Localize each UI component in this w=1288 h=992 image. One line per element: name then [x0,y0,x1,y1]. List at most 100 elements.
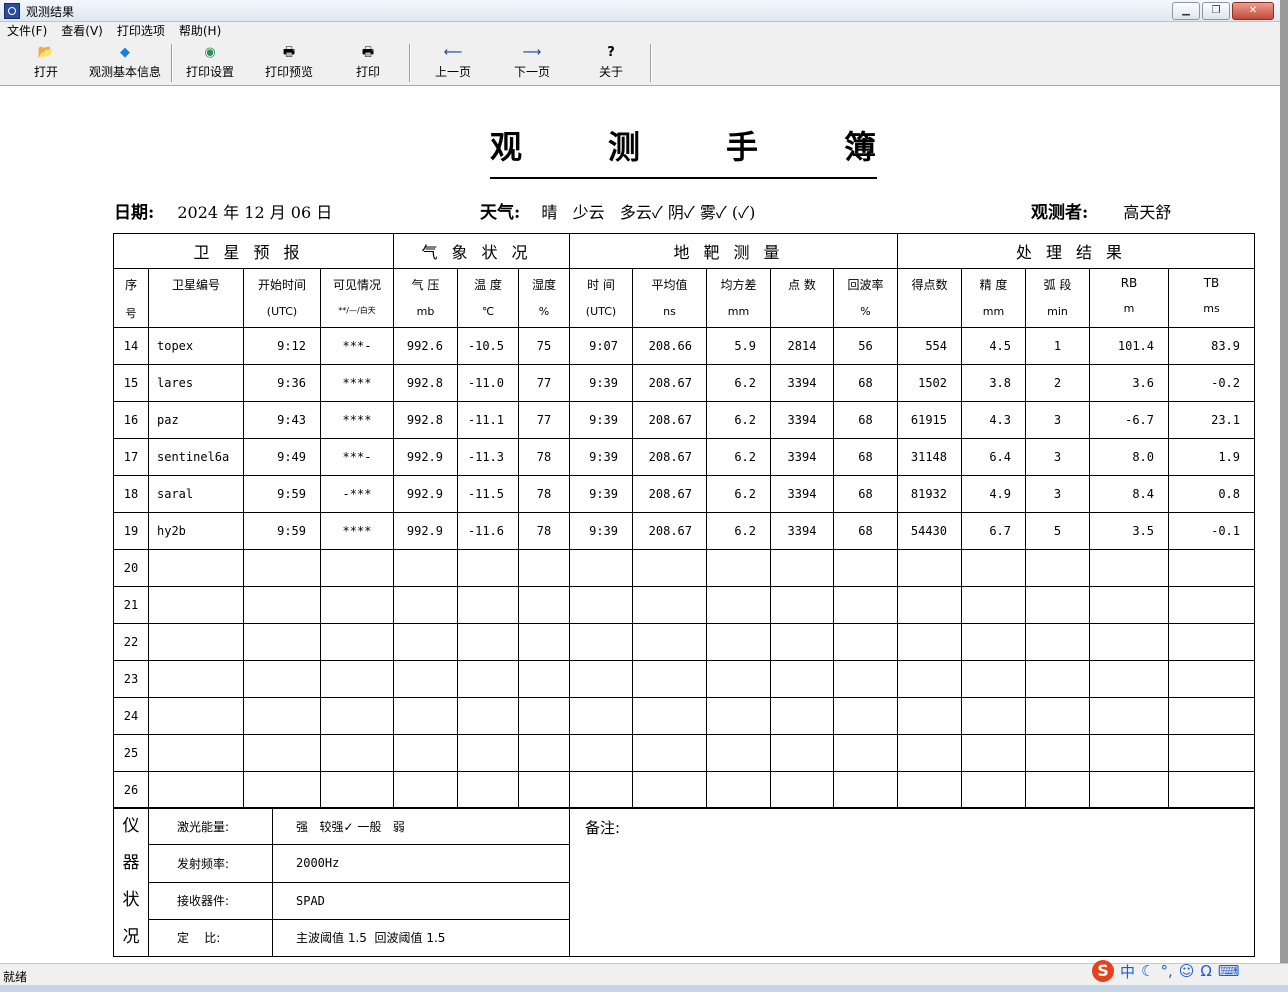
table-cell [1168,586,1255,624]
table-cell [569,734,633,772]
table-cell [833,771,898,809]
table-cell [632,549,707,587]
table-cell [320,549,394,587]
voice-icon[interactable]: Ω [1200,962,1211,980]
table-cell [632,697,707,735]
next-page-button[interactable]: ⟶ 下一页 [509,43,555,83]
emoji-icon[interactable]: ☺ [1179,962,1195,980]
table-cell [320,623,394,661]
table-cell: 6.2 [706,475,771,513]
observation-table: 卫星预报 气象状况 地靶测量 处理结果 序号卫星编号 开始时间 (UTC) 可见情况 *… [113,233,1255,809]
print-preview-icon: 🖶 [282,45,296,60]
observation-info-button[interactable]: ◆ 观测基本信息 [86,43,164,83]
table-cell [393,623,458,661]
menu-file[interactable]: 文件(F) [0,22,54,41]
table-cell [770,660,834,698]
table-cell: 81932 [897,475,962,513]
table-cell [1025,697,1090,735]
table-cell: 9:39 [569,401,633,439]
table-cell: 68 [833,401,898,439]
table-cell [632,771,707,809]
menu-view[interactable]: 查看(V) [54,22,110,41]
menu-help[interactable]: 帮助(H) [172,22,228,41]
table-cell [632,623,707,661]
table-cell [320,697,394,735]
table-cell: 8.0 [1089,438,1169,476]
table-cell: 3394 [770,475,834,513]
table-cell: 5.9 [706,327,771,365]
column-header: 均方差 mm [706,268,771,328]
table-cell: 22 [113,623,149,661]
scrollbar-strip[interactable] [1280,0,1288,992]
table-cell: 208.66 [632,327,707,365]
print-button[interactable]: 🖶 打印 [348,43,388,83]
table-cell: -*** [320,475,394,513]
table-cell: 78 [518,475,570,513]
arrow-left-icon: ⟵ [443,45,463,60]
table-cell [1089,623,1169,661]
table-cell [320,586,394,624]
table-cell [243,697,321,735]
menu-print-options[interactable]: 打印选项 [110,22,172,41]
table-row: 19 hy2b 9:59 **** 992.9 -11.6 78 9:39 208.67 6.2 3… [113,512,1255,550]
document-page: 观 测 手 簿 日期: 2024 年 12 月 06 日 天气: 晴 少云 多云… [0,86,1280,962]
table-cell [1025,586,1090,624]
table-cell [243,549,321,587]
print-preview-button[interactable]: 🖶 打印预览 [261,43,317,83]
table-cell [457,586,519,624]
column-header: 精 度 mm [961,268,1026,328]
table-cell: 56 [833,327,898,365]
previous-page-button[interactable]: ⟵ 上一页 [430,43,476,83]
table-cell [706,586,771,624]
table-cell [1025,734,1090,772]
table-cell [1089,586,1169,624]
table-cell: 20 [113,549,149,587]
table-cell [457,697,519,735]
print-settings-button[interactable]: ◉ 打印设置 [182,43,238,83]
table-cell [632,660,707,698]
table-cell: 31148 [897,438,962,476]
table-cell [320,734,394,772]
table-cell: sentinel6a [148,438,244,476]
table-cell: 23 [113,660,149,698]
table-cell: 992.9 [393,438,458,476]
ime-language[interactable]: 中 [1120,961,1135,982]
table-cell [148,771,244,809]
table-cell [961,660,1026,698]
table-cell [770,697,834,735]
ime-toolbar[interactable]: S 中 ☾ °, ☺ Ω ⌨ [1092,958,1282,984]
table-cell: 3394 [770,364,834,402]
table-cell [518,771,570,809]
table-cell: 3.6 [1089,364,1169,402]
table-cell [897,660,962,698]
close-button[interactable]: ✕ [1232,2,1274,20]
table-cell [457,660,519,698]
about-button[interactable]: ? 关于 [594,43,628,83]
table-cell: 3394 [770,401,834,439]
sogou-logo-icon[interactable]: S [1092,960,1114,982]
open-button[interactable]: 📂 打开 [24,43,68,83]
table-row: 14 topex 9:12 ***- 992.6 -10.5 75 9:07 208.66 5.9… [113,327,1255,365]
table-cell [243,660,321,698]
table-row: 22 [113,623,1255,661]
instrument-status-label: 仪 器 状 况 [113,807,149,957]
table-cell: ***- [320,327,394,365]
punctuation-icon[interactable]: °, [1160,962,1172,980]
table-cell: 2 [1025,364,1090,402]
minimize-button[interactable]: ▁ [1172,2,1200,20]
table-cell [897,549,962,587]
table-cell [1025,623,1090,661]
table-cell [1168,734,1255,772]
keyboard-icon[interactable]: ⌨ [1218,962,1240,980]
table-cell [518,697,570,735]
table-cell: 992.6 [393,327,458,365]
column-header: 点 数 [770,268,834,328]
restore-button[interactable]: ❐ [1202,2,1230,20]
table-cell: 18 [113,475,149,513]
table-cell [243,586,321,624]
column-header: TB ms [1168,268,1255,328]
table-cell [320,660,394,698]
moon-icon[interactable]: ☾ [1141,962,1154,980]
threshold-label: 定 比: [148,918,273,958]
table-cell [457,623,519,661]
